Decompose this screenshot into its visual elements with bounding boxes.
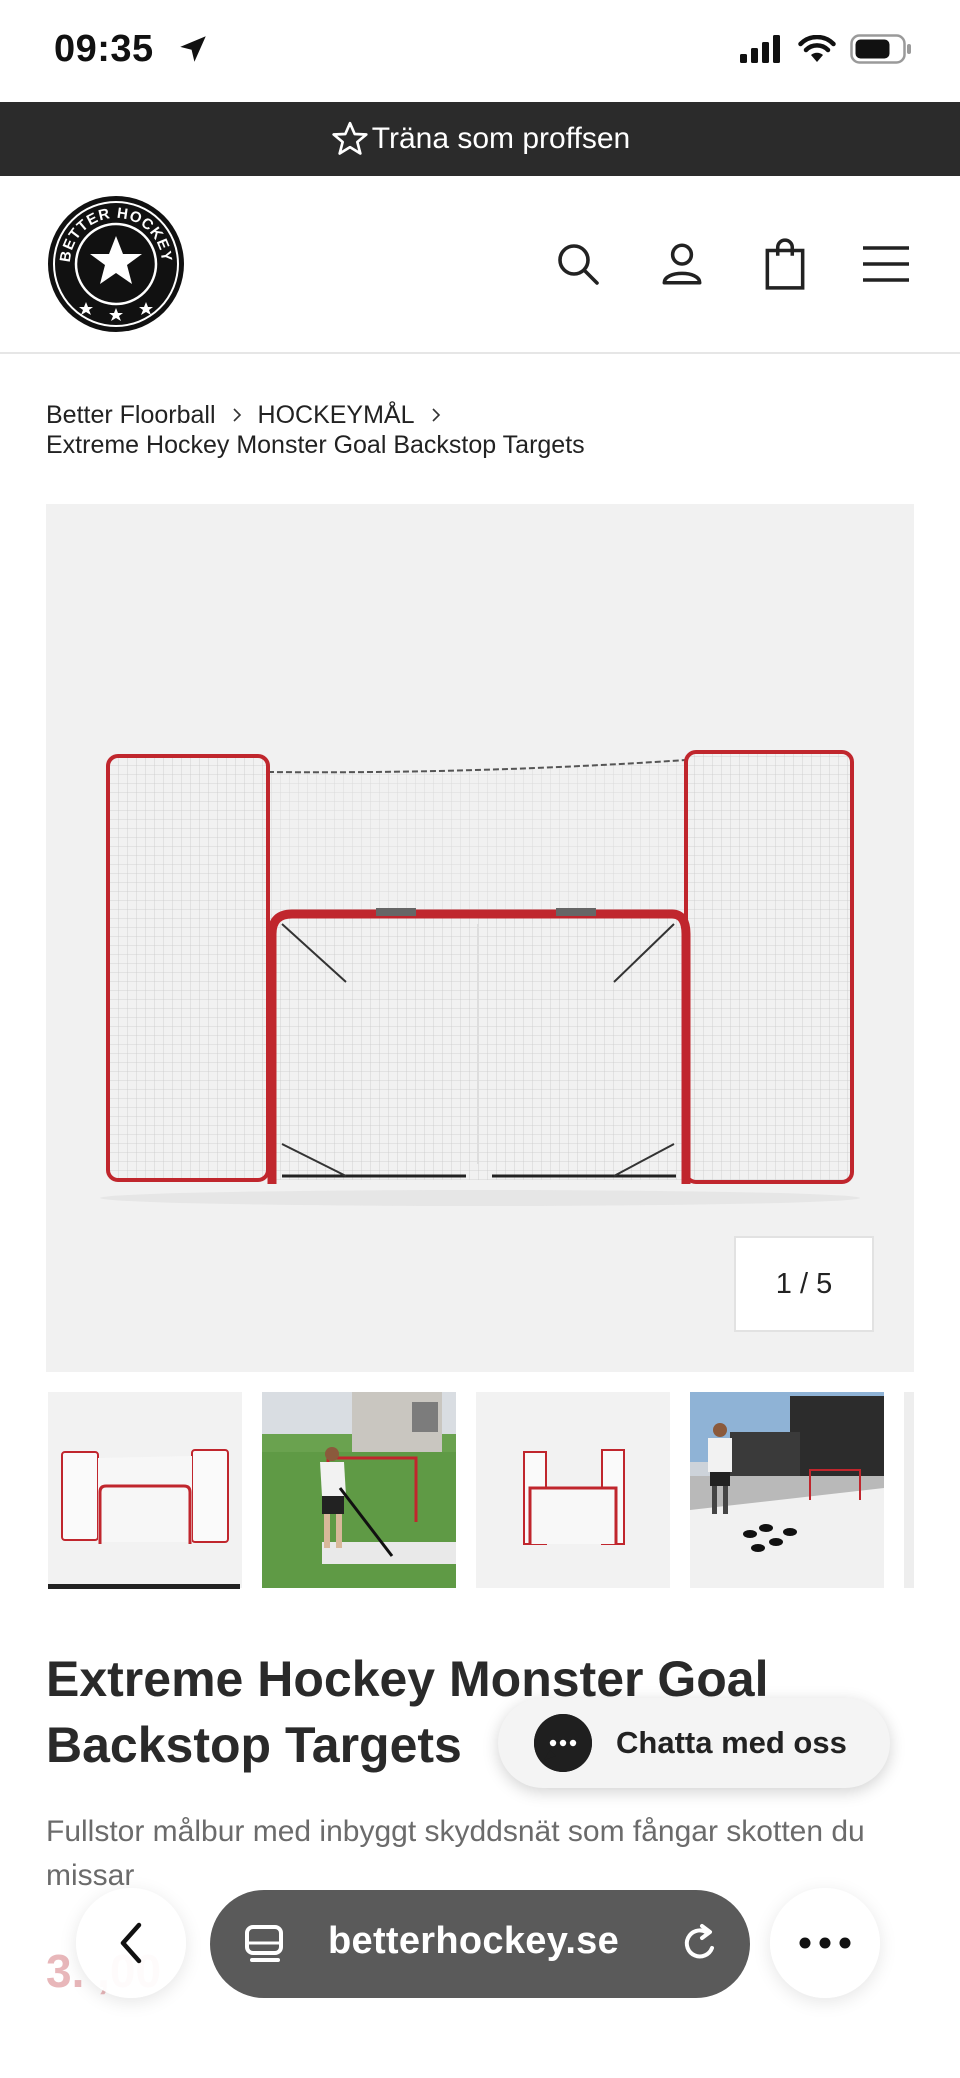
thumbnail-strip xyxy=(46,1392,914,1592)
breadcrumb-current: Extreme Hockey Monster Goal Backstop Tar… xyxy=(46,431,585,459)
browser-back-button[interactable] xyxy=(76,1888,186,1998)
goal-side-view-thumbnail xyxy=(523,1449,625,1545)
search-button[interactable] xyxy=(550,236,606,292)
player-shooting-photo xyxy=(262,1392,456,1588)
cellular-signal-icon xyxy=(740,35,780,63)
more-dots-icon xyxy=(799,1937,851,1949)
breadcrumb-link-home[interactable]: Better Floorball xyxy=(46,400,216,430)
announcement-bar: Träna som proffsen xyxy=(0,102,960,176)
chevron-right-icon xyxy=(431,408,440,422)
thumbnail-3[interactable] xyxy=(476,1392,670,1588)
status-bar: 09:35 xyxy=(0,0,960,102)
breadcrumb: Better Floorball HOCKEYMÅL Extreme Hocke… xyxy=(46,400,585,460)
thumbnail-5[interactable] xyxy=(904,1392,914,1588)
location-arrow-icon xyxy=(180,36,206,62)
browser-address-bar[interactable]: betterhockey.se xyxy=(210,1890,750,1998)
menu-button[interactable] xyxy=(858,236,914,292)
chat-button[interactable]: Chatta med oss xyxy=(498,1698,890,1788)
goal-backstop-thumbnail xyxy=(61,1449,229,1544)
better-hockey-logo[interactable]: BETTER HOCKEY xyxy=(46,194,186,334)
user-icon xyxy=(662,243,702,285)
chevron-left-icon xyxy=(120,1922,142,1964)
chat-bubble-icon xyxy=(534,1714,592,1772)
shooting-pad-photo xyxy=(690,1392,884,1588)
thumbnail-4[interactable] xyxy=(690,1392,884,1588)
cart-button[interactable] xyxy=(757,236,813,292)
thumbnail-2[interactable] xyxy=(262,1392,456,1588)
reload-icon[interactable] xyxy=(678,1922,722,1966)
battery-icon xyxy=(850,34,911,64)
shopping-bag-icon xyxy=(765,238,805,290)
product-subtitle: Fullstor målbur med inbyggt skyddsnät so… xyxy=(46,1815,865,1892)
active-thumbnail-indicator xyxy=(48,1584,240,1589)
status-icons xyxy=(740,34,912,64)
browser-url: betterhockey.se xyxy=(328,1920,620,1962)
wifi-icon xyxy=(798,35,836,62)
chevron-right-icon xyxy=(232,408,241,422)
reader-tabs-icon xyxy=(245,1925,283,1962)
breadcrumb-link-category[interactable]: HOCKEYMÅL xyxy=(258,400,415,430)
search-icon xyxy=(558,244,599,285)
status-time: 09:35 xyxy=(54,28,154,70)
site-header: BETTER HOCKEY xyxy=(0,176,960,354)
browser-more-button[interactable] xyxy=(770,1888,880,1998)
chat-dots-icon xyxy=(534,1714,592,1772)
account-button[interactable] xyxy=(654,236,710,292)
image-counter: 1 / 5 xyxy=(734,1236,874,1332)
hamburger-menu-icon xyxy=(863,246,909,282)
star-icon xyxy=(332,121,368,155)
thumbnail-1[interactable] xyxy=(48,1392,242,1588)
chat-label: Chatta med oss xyxy=(616,1725,847,1760)
announcement-text: Träna som proffsen xyxy=(371,122,631,155)
